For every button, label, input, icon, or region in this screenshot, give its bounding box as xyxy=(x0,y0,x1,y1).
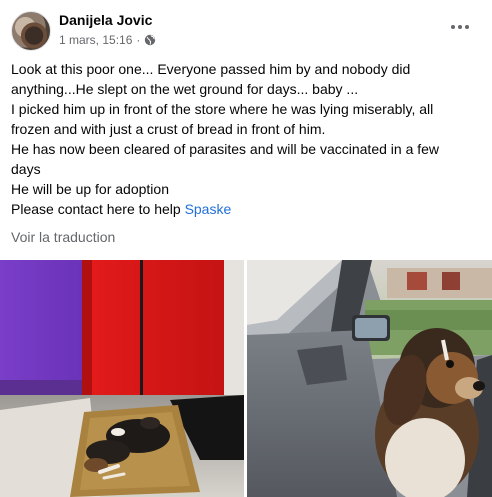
post-text-line: frozen and with just a crust of bread in… xyxy=(11,121,326,137)
photo-dog-in-car[interactable] xyxy=(247,260,492,497)
post-meta: 1 mars, 15:16 · xyxy=(59,33,156,47)
author-name[interactable]: Danijela Jovic xyxy=(59,12,152,28)
meta-separator: · xyxy=(136,33,141,47)
globe-icon[interactable] xyxy=(144,34,156,46)
more-options-icon[interactable] xyxy=(451,22,471,32)
photo-dog-on-ground[interactable] xyxy=(0,260,244,497)
post-text: Look at this poor one... Everyone passed… xyxy=(11,59,486,219)
post-text-line: I picked him up in front of the store wh… xyxy=(11,101,434,117)
contact-prefix: Please contact here to help xyxy=(11,201,185,217)
post-timestamp[interactable]: 1 mars, 15:16 xyxy=(59,33,132,47)
contact-line: Please contact here to help Spaske xyxy=(11,199,486,219)
photo-grid xyxy=(0,260,492,497)
avatar[interactable] xyxy=(11,11,51,51)
see-translation-link[interactable]: Voir la traduction xyxy=(11,229,115,245)
post-text-line: He has now been cleared of parasites and… xyxy=(11,141,440,157)
post-text-line: He will be up for adoption xyxy=(11,181,169,197)
spaske-link[interactable]: Spaske xyxy=(185,201,232,217)
post-text-line: days xyxy=(11,161,41,177)
post-header: Danijela Jovic 1 mars, 15:16 · xyxy=(11,10,481,54)
post-text-line: anything...He slept on the wet ground fo… xyxy=(11,81,359,97)
post-text-line: Look at this poor one... Everyone passed… xyxy=(11,61,411,77)
